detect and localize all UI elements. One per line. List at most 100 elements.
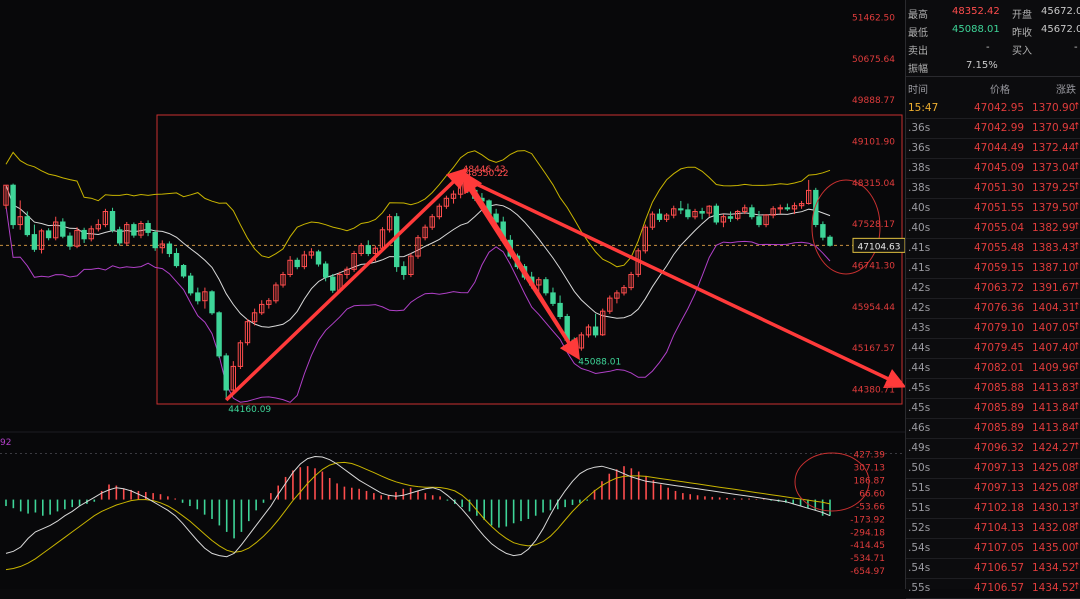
sell-value: - bbox=[986, 42, 990, 53]
quote-row-low: 最低 45088.01 昨收 45672.05 bbox=[906, 22, 1080, 39]
tick-price: 47085.89 bbox=[974, 402, 1025, 414]
candle-body bbox=[820, 224, 826, 238]
buy-value: - bbox=[1074, 42, 1078, 53]
tick-time: .41s bbox=[908, 262, 931, 274]
candle-body bbox=[813, 189, 819, 225]
price-axis-label: 51462.50 bbox=[852, 13, 895, 23]
candle-body bbox=[60, 221, 66, 237]
tick-price: 47082.01 bbox=[974, 362, 1025, 374]
tick-change: 1407.40 bbox=[1032, 342, 1076, 354]
macd-axis-label: -53.66 bbox=[856, 502, 885, 512]
up-arrow-icon: ↑ bbox=[1073, 442, 1080, 452]
tick-price: 47107.05 bbox=[974, 542, 1025, 554]
tick-change: 1370.94 bbox=[1032, 122, 1076, 134]
up-arrow-icon: ↑ bbox=[1073, 502, 1080, 512]
tick-row: .40s 47055.04 1382.99 ↑ bbox=[906, 218, 1080, 239]
quote-row-amplitude: 振幅 7.15% bbox=[906, 58, 1080, 75]
tick-change: 1370.90 bbox=[1032, 102, 1076, 114]
quote-panel: 最高 48352.42 开盘 45672.05 最低 45088.01 昨收 4… bbox=[905, 0, 1080, 599]
price-axis-label: 45167.57 bbox=[852, 344, 895, 354]
tick-time: .54s bbox=[908, 542, 931, 554]
tick-change: 1387.10 bbox=[1032, 262, 1076, 274]
high-2-label: 48350.22 bbox=[466, 169, 509, 179]
candle-body bbox=[784, 207, 791, 210]
low-1-label: 44160.09 bbox=[228, 405, 271, 415]
tick-price: 47085.89 bbox=[974, 422, 1025, 434]
tick-time: .43s bbox=[908, 322, 931, 334]
kline-chart[interactable]: 44160.0948446.4345088.0148350.2251462.50… bbox=[0, 0, 905, 589]
candle-body bbox=[152, 232, 158, 249]
price-axis-label: 49888.77 bbox=[852, 96, 895, 106]
prev-close-value: 45672.05 bbox=[1041, 24, 1080, 35]
candle-body bbox=[394, 216, 400, 268]
price-axis-label: 50675.64 bbox=[852, 55, 895, 65]
tick-change: 1409.96 bbox=[1032, 362, 1076, 374]
price-axis-label: 47528.17 bbox=[852, 220, 895, 230]
candle-body bbox=[557, 302, 563, 317]
tick-change: 1383.43 bbox=[1032, 242, 1076, 254]
tick-change: 1425.08 bbox=[1032, 482, 1076, 494]
tick-row: .36s 47044.49 1372.44 ↑ bbox=[906, 138, 1080, 159]
up-arrow-icon: ↑ bbox=[1073, 562, 1080, 572]
tick-row: .54s 47106.57 1434.52 ↑ bbox=[906, 558, 1080, 579]
amplitude-label: 振幅 bbox=[908, 64, 928, 75]
candle-body bbox=[131, 224, 137, 236]
candle-body bbox=[294, 259, 300, 268]
up-arrow-icon: ↑ bbox=[1073, 522, 1080, 532]
col-time: 时间 bbox=[908, 85, 928, 96]
candle-body bbox=[216, 312, 222, 357]
tick-time: .36s bbox=[908, 142, 931, 154]
candle-body bbox=[330, 276, 336, 291]
col-change: 涨跌 bbox=[1056, 85, 1076, 96]
candle-body bbox=[827, 236, 833, 246]
up-arrow-icon: ↑ bbox=[1073, 242, 1080, 252]
tick-time: .38s bbox=[908, 162, 931, 174]
tick-time: .45s bbox=[908, 382, 931, 394]
candle-body bbox=[550, 292, 556, 304]
candle-body bbox=[323, 263, 329, 278]
tick-change: 1382.99 bbox=[1032, 222, 1076, 234]
tick-price: 47096.32 bbox=[974, 442, 1025, 454]
tick-price: 47044.49 bbox=[974, 142, 1025, 154]
up-arrow-icon: ↑ bbox=[1073, 422, 1080, 432]
tick-change: 1413.83 bbox=[1032, 382, 1076, 394]
tick-time: .55s bbox=[908, 582, 931, 594]
tick-time: .45s bbox=[908, 402, 931, 414]
high-value: 48352.42 bbox=[952, 6, 1000, 17]
tick-change: 1413.84 bbox=[1032, 422, 1076, 434]
prev-close-label: 昨收 bbox=[1012, 28, 1032, 39]
candle-body bbox=[209, 291, 215, 314]
tick-change: 1430.13 bbox=[1032, 502, 1076, 514]
tick-time: .49s bbox=[908, 442, 931, 454]
macd-axis-label: -294.18 bbox=[850, 528, 885, 538]
tick-price: 47097.13 bbox=[974, 462, 1025, 474]
price-axis-label: 46741.30 bbox=[852, 261, 895, 271]
tick-time: 15:47 bbox=[908, 102, 939, 114]
tick-time: .44s bbox=[908, 342, 931, 354]
high-label: 最高 bbox=[908, 10, 928, 21]
tick-change: 1379.25 bbox=[1032, 182, 1076, 194]
tick-time: .38s bbox=[908, 182, 931, 194]
tick-price: 47063.72 bbox=[974, 282, 1025, 294]
tick-time: .51s bbox=[908, 482, 931, 494]
tick-row: .38s 47045.09 1373.04 ↑ bbox=[906, 158, 1080, 179]
tick-price: 47045.09 bbox=[974, 162, 1025, 174]
up-arrow-icon: ↑ bbox=[1073, 262, 1080, 272]
tick-time: .42s bbox=[908, 282, 931, 294]
candle-body bbox=[31, 234, 38, 250]
candle-body bbox=[699, 211, 705, 214]
tick-row: .44s 47079.45 1407.40 ↑ bbox=[906, 338, 1080, 359]
chart-area[interactable]: 44160.09 48446.43 45088.01 48350.22 51462.50… bbox=[0, 0, 905, 589]
up-arrow-icon: ↑ bbox=[1073, 142, 1080, 152]
candle-body bbox=[223, 355, 229, 391]
candle-body bbox=[315, 251, 322, 265]
tick-price: 47055.48 bbox=[974, 242, 1025, 254]
ticks-header: 时间 价格 涨跌 bbox=[906, 79, 1080, 96]
tick-row: .42s 47076.36 1404.31 ↑ bbox=[906, 298, 1080, 319]
candle-body bbox=[109, 211, 116, 231]
candle-body bbox=[45, 230, 52, 239]
tick-time: .50s bbox=[908, 462, 931, 474]
up-arrow-icon: ↑ bbox=[1073, 462, 1080, 472]
up-arrow-icon: ↑ bbox=[1073, 362, 1080, 372]
candle-body bbox=[195, 292, 201, 302]
